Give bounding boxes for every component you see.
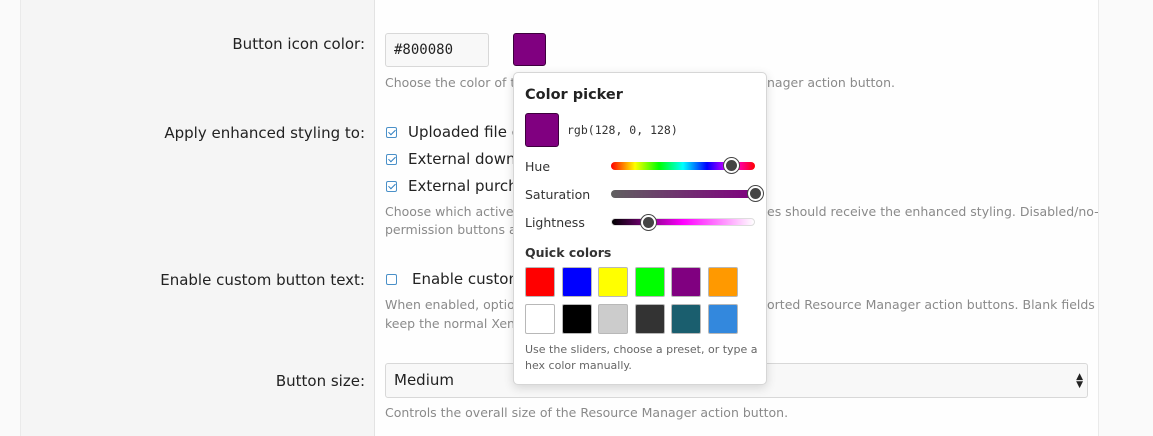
styling-help-line1-left: Choose which active X: [385, 204, 527, 219]
size-select-value: Medium: [394, 371, 454, 389]
lightness-slider-thumb[interactable]: [640, 214, 656, 230]
quick-color-swatch[interactable]: [671, 267, 702, 297]
quick-color-swatch[interactable]: [598, 304, 629, 334]
color-swatch-button[interactable]: [513, 33, 546, 66]
styling-checkbox-uploaded[interactable]: [386, 127, 397, 138]
quick-color-swatch[interactable]: [634, 267, 665, 297]
hue-slider-thumb[interactable]: [723, 157, 739, 173]
quick-color-swatch[interactable]: [561, 267, 592, 297]
label-column: [21, 0, 375, 436]
quick-color-swatch[interactable]: [561, 304, 592, 334]
size-label: Button size:: [275, 372, 365, 390]
custom-text-option[interactable]: Enable custom: [412, 270, 523, 288]
custom-text-help-line1-left: When enabled, option: [385, 297, 523, 312]
left-gutter: [0, 0, 21, 436]
custom-text-checkbox[interactable]: [386, 274, 397, 285]
quick-color-swatch[interactable]: [525, 304, 555, 334]
styling-checkbox-external-purchase[interactable]: [386, 181, 397, 192]
color-preview-swatch: [525, 113, 559, 147]
styling-option-external-download[interactable]: External downlo: [408, 150, 529, 168]
select-arrows-icon: ▲ ▼: [1076, 372, 1083, 390]
saturation-label: Saturation: [525, 187, 591, 202]
lightness-slider[interactable]: [611, 214, 755, 230]
custom-text-help-line2-left: keep the normal XenFo: [385, 316, 530, 331]
lightness-label: Lightness: [525, 215, 585, 230]
picker-help: Use the sliders, choose a preset, or typ…: [525, 343, 758, 372]
size-help: Controls the overall size of the Resourc…: [385, 405, 789, 420]
custom-text-help-line1-right: orted Resource Manager action buttons. B…: [767, 297, 1095, 312]
hue-label: Hue: [525, 159, 551, 174]
styling-help-line2-left: permission buttons are: [385, 222, 530, 237]
quick-color-swatch[interactable]: [708, 267, 738, 297]
icon-color-label: Button icon color:: [232, 35, 365, 53]
saturation-slider-thumb[interactable]: [747, 185, 763, 201]
quick-colors-title: Quick colors: [525, 245, 612, 260]
quick-color-swatch[interactable]: [634, 304, 665, 334]
quick-color-swatch[interactable]: [525, 267, 555, 297]
right-gutter: [1098, 0, 1153, 436]
styling-checkbox-external-download[interactable]: [386, 154, 397, 165]
hue-slider[interactable]: [611, 157, 755, 173]
icon-color-help-left: Choose the color of th: [385, 75, 524, 90]
color-picker-popup: Color picker rgb(128, 0, 128) Hue Satura…: [513, 72, 767, 385]
styling-label: Apply enhanced styling to:: [164, 124, 365, 142]
picker-title: Color picker: [525, 87, 623, 103]
quick-color-swatch[interactable]: [598, 267, 629, 297]
rgb-readout: rgb(128, 0, 128): [567, 123, 678, 137]
icon-color-hex-input[interactable]: #800080: [385, 33, 489, 67]
quick-color-swatch[interactable]: [671, 304, 702, 334]
icon-color-help-right: nager action button.: [767, 75, 895, 90]
quick-color-swatch[interactable]: [708, 304, 738, 334]
saturation-slider[interactable]: [611, 185, 763, 201]
styling-help-line1-right: es should receive the enhanced styling. …: [767, 204, 1099, 219]
custom-text-label: Enable custom button text:: [160, 271, 365, 289]
